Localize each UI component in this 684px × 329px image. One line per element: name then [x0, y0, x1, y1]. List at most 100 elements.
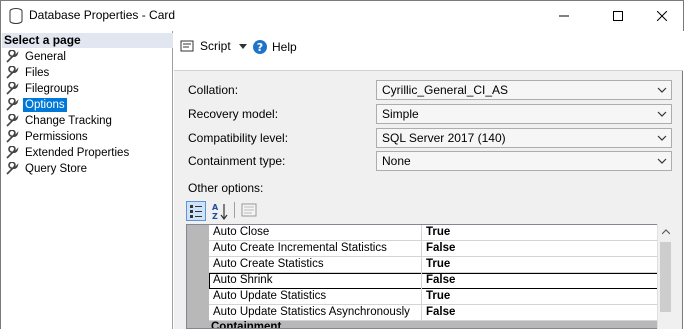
- sort-alphabetical-icon: A Z: [212, 203, 228, 221]
- toolbar-separator: [234, 202, 235, 218]
- other-options-label: Other options:: [188, 181, 264, 195]
- table-row[interactable]: Auto Create Incremental Statistics False: [209, 241, 657, 257]
- toolbar: Script ? Help: [174, 31, 683, 63]
- table-row[interactable]: Auto Update Statistics Asynchronously Fa…: [209, 305, 657, 321]
- chevron-down-icon: [657, 135, 667, 141]
- property-name: Auto Create Incremental Statistics: [213, 242, 387, 254]
- table-row[interactable]: Auto Create Statistics True: [209, 257, 657, 273]
- recovery-model-value: Simple: [382, 107, 419, 121]
- page-selector-header: Select a page: [2, 33, 173, 48]
- sidebar-item-permissions[interactable]: Permissions: [5, 129, 90, 144]
- table-row-selected[interactable]: Auto Shrink False: [209, 273, 657, 289]
- collation-value: Cyrillic_General_CI_AS: [382, 83, 509, 97]
- column-divider: [421, 305, 422, 321]
- maximize-icon: [613, 11, 623, 21]
- minimize-icon: [559, 15, 569, 17]
- sidebar-item-label: Query Store: [25, 162, 87, 175]
- wrench-icon: [6, 49, 19, 63]
- sidebar-item-filegroups[interactable]: Filegroups: [5, 81, 81, 96]
- property-value[interactable]: False: [426, 306, 455, 318]
- sidebar-item-label: Options: [23, 97, 67, 112]
- alphabetical-button[interactable]: A Z: [210, 201, 230, 221]
- property-pages-button[interactable]: [240, 201, 260, 221]
- containment-type-label: Containment type:: [188, 154, 286, 168]
- categorized-button[interactable]: [186, 201, 206, 221]
- wrench-icon: [6, 145, 19, 159]
- property-value[interactable]: True: [426, 258, 450, 270]
- compatibility-level-label: Compatibility level:: [188, 131, 289, 145]
- property-grid: Auto Close True Auto Create Incremental …: [186, 224, 658, 329]
- script-button[interactable]: Script: [180, 39, 249, 53]
- column-divider: [421, 225, 422, 241]
- column-divider: [421, 273, 422, 289]
- property-value[interactable]: False: [426, 274, 455, 286]
- sidebar-item-label: Change Tracking: [25, 114, 112, 127]
- grid-scrollbar[interactable]: [657, 224, 673, 329]
- property-name: Auto Update Statistics: [213, 290, 327, 302]
- property-value[interactable]: False: [426, 242, 455, 254]
- categorized-icon: [190, 205, 202, 218]
- svg-text:A: A: [212, 203, 219, 212]
- collation-select[interactable]: Cyrillic_General_CI_AS: [376, 80, 672, 100]
- category-label: Containment: [211, 321, 282, 329]
- toolbar-divider: [174, 63, 683, 71]
- sidebar-item-label: Permissions: [25, 130, 88, 143]
- compatibility-level-value: SQL Server 2017 (140): [382, 131, 506, 145]
- sidebar-item-query-store[interactable]: Query Store: [5, 161, 89, 176]
- wrench-icon: [6, 129, 19, 143]
- chevron-up-icon: [662, 229, 670, 235]
- compatibility-level-select[interactable]: SQL Server 2017 (140): [376, 128, 672, 148]
- sidebar-item-files[interactable]: Files: [5, 65, 51, 80]
- property-name: Auto Update Statistics Asynchronously: [213, 306, 410, 318]
- table-row[interactable]: Auto Update Statistics True: [209, 289, 657, 305]
- sidebar-item-label: Filegroups: [25, 82, 79, 95]
- column-divider: [421, 241, 422, 257]
- chevron-down-icon: [657, 158, 667, 164]
- wrench-icon: [6, 161, 19, 175]
- svg-text:Z: Z: [212, 212, 218, 221]
- column-divider: [421, 289, 422, 305]
- database-icon: [9, 8, 23, 24]
- chevron-down-icon: [657, 111, 667, 117]
- wrench-icon: [6, 65, 19, 79]
- property-name: Auto Create Statistics: [213, 258, 324, 270]
- svg-text:?: ?: [257, 41, 263, 54]
- wrench-icon: [6, 97, 19, 111]
- property-pages-icon: [241, 203, 257, 217]
- recovery-model-label: Recovery model:: [188, 107, 279, 121]
- sidebar-item-label: General: [25, 50, 66, 63]
- help-label: Help: [272, 40, 297, 54]
- scroll-thumb[interactable]: [660, 242, 671, 312]
- property-name: Auto Shrink: [213, 274, 273, 286]
- title-bar: Database Properties - Card: [0, 0, 684, 31]
- recovery-model-select[interactable]: Simple: [376, 104, 672, 124]
- containment-type-select[interactable]: None: [376, 151, 672, 171]
- minimize-button[interactable]: [541, 1, 587, 31]
- window-title: Database Properties - Card: [29, 8, 176, 22]
- close-button[interactable]: [639, 1, 684, 31]
- containment-type-value: None: [382, 154, 411, 168]
- script-icon: [180, 40, 194, 52]
- script-label: Script: [200, 39, 231, 53]
- property-value[interactable]: True: [426, 290, 450, 302]
- property-value[interactable]: True: [426, 226, 450, 238]
- property-name: Auto Close: [213, 226, 270, 238]
- maximize-button[interactable]: [595, 1, 641, 31]
- column-divider: [421, 257, 422, 273]
- dropdown-arrow-icon[interactable]: [237, 41, 249, 51]
- help-button[interactable]: ? Help: [252, 39, 297, 55]
- collation-label: Collation:: [188, 83, 239, 97]
- scroll-up-button[interactable]: [658, 224, 674, 240]
- sidebar-item-general[interactable]: General: [5, 49, 68, 64]
- close-icon: [657, 11, 667, 21]
- wrench-icon: [6, 113, 19, 127]
- sidebar-item-extended-properties[interactable]: Extended Properties: [5, 145, 131, 160]
- property-grid-toolbar: A Z: [186, 199, 306, 221]
- help-icon: ?: [253, 40, 267, 54]
- wrench-icon: [6, 81, 19, 95]
- sidebar-item-change-tracking[interactable]: Change Tracking: [5, 113, 114, 128]
- category-header[interactable]: Containment: [187, 321, 657, 329]
- sidebar-item-options[interactable]: Options: [5, 97, 67, 112]
- grid-gutter: [187, 225, 209, 328]
- table-row[interactable]: Auto Close True: [209, 225, 657, 241]
